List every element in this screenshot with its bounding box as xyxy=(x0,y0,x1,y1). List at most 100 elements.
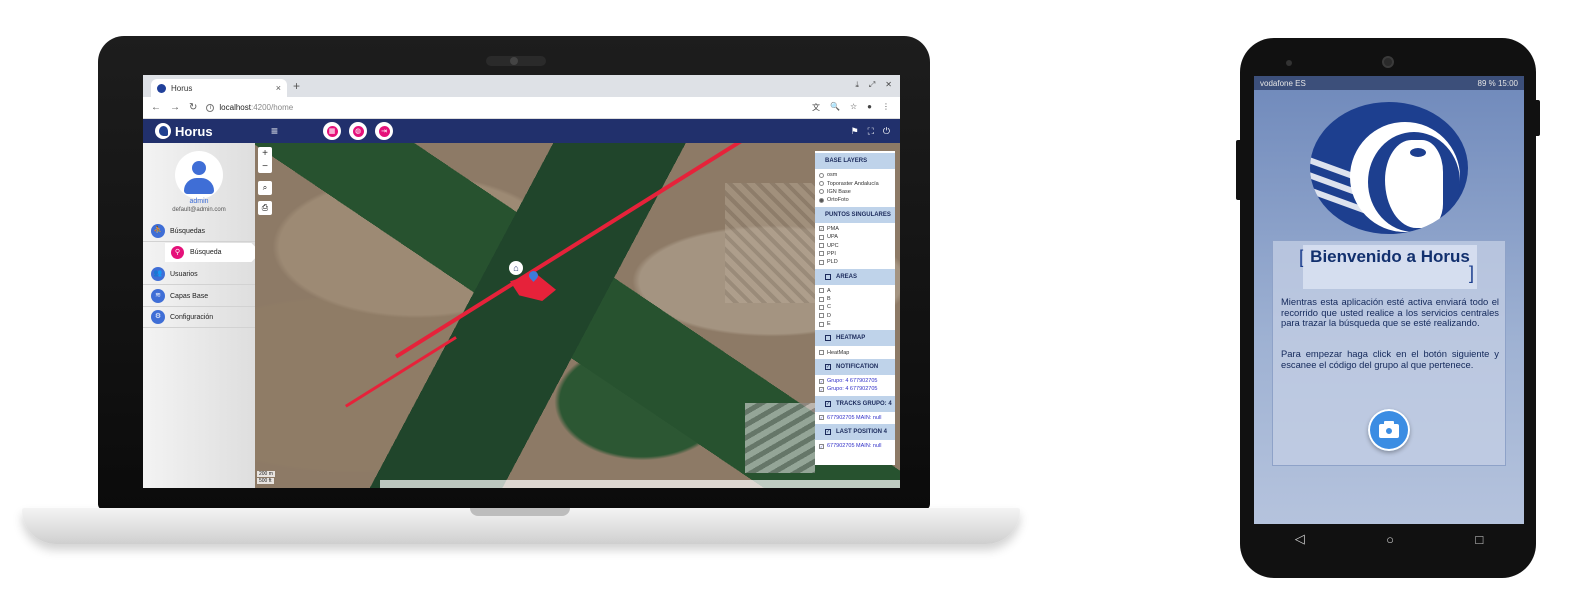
notification-header[interactable]: ✓ Notification xyxy=(815,358,895,375)
area-option[interactable]: D xyxy=(815,312,895,320)
checkbox-icon xyxy=(819,313,824,319)
browser-toolbar-icons: 文 🔍 ☆ ● ⋮ xyxy=(812,102,900,113)
base-layer-option[interactable]: IGN Base xyxy=(815,188,895,196)
punto-option[interactable]: UPC xyxy=(815,241,895,249)
browser-menu-icon[interactable]: ⋮ xyxy=(882,102,890,113)
last-position-option[interactable]: ✓ 677902705 MAIN: null xyxy=(815,442,895,450)
area-option[interactable]: A xyxy=(815,287,895,295)
layers-icon: ≋ xyxy=(151,289,165,303)
sidebar-item-configuracion[interactable]: ⚙ Configuración xyxy=(143,307,255,328)
home-nav-icon[interactable]: ○ xyxy=(1386,532,1394,547)
close-window-icon[interactable]: ✕ xyxy=(885,80,892,90)
area-label: C xyxy=(827,304,831,311)
bracket-right: ] xyxy=(1469,263,1475,283)
profile-icon[interactable]: ● xyxy=(867,102,872,113)
zoom-in-button[interactable]: + xyxy=(258,147,272,160)
welcome-card: [ Bienvenido a Horus ] Mientras esta apl… xyxy=(1272,240,1506,466)
areas-header[interactable]: Areas xyxy=(815,268,895,285)
laptop-webcam xyxy=(486,56,546,66)
notification-label: Grupo: 4 677902705 xyxy=(827,386,878,393)
restore-icon[interactable]: ⤢ xyxy=(869,80,875,90)
back-icon[interactable]: ← xyxy=(151,102,161,113)
globe-button[interactable]: ◍ xyxy=(349,122,367,140)
puntos-singulares-header: Puntos Singulares xyxy=(815,206,895,223)
calendar-button[interactable]: ▦ xyxy=(323,122,341,140)
tab-title: Horus xyxy=(171,83,193,93)
carrier-label: vodafone ES xyxy=(1260,78,1306,88)
punto-option[interactable]: PPI xyxy=(815,250,895,258)
download-icon[interactable]: ⤓ xyxy=(855,80,859,90)
sidebar-item-busquedas[interactable]: ⛹ Búsquedas xyxy=(143,221,255,242)
forward-icon[interactable]: → xyxy=(170,102,180,113)
walk-icon: ⛹ xyxy=(151,224,165,238)
info-icon[interactable]: i xyxy=(206,103,215,112)
fullscreen-icon[interactable]: ⛶ xyxy=(868,126,874,137)
area-label: B xyxy=(827,296,831,303)
heatmap-label: HeatMap xyxy=(827,349,850,356)
zoom-out-button[interactable]: − xyxy=(258,160,272,173)
tracks-header[interactable]: ✓ Tracks Grupo: 4 xyxy=(815,395,895,412)
sidebar-subitem-busqueda[interactable]: ⚲ Búsqueda xyxy=(165,243,261,262)
recents-nav-icon[interactable]: □ xyxy=(1475,532,1483,547)
checkbox-icon xyxy=(819,321,824,327)
heatmap-header[interactable]: HeatMap xyxy=(815,330,895,347)
area-option[interactable]: B xyxy=(815,295,895,303)
new-tab-button[interactable]: + xyxy=(293,79,300,93)
punto-label: UPC xyxy=(827,242,839,249)
window-controls: ⤓ ⤢ ✕ xyxy=(855,80,892,90)
base-layer-option[interactable]: Toporaster Andalucía xyxy=(815,179,895,187)
bookmark-star-icon[interactable]: ☆ xyxy=(850,102,857,113)
address-bar[interactable]: localhost:4200/home xyxy=(219,103,293,112)
scan-camera-button[interactable] xyxy=(1368,409,1410,451)
sidebar-item-usuarios[interactable]: 👥 Usuarios xyxy=(143,264,255,285)
map-attribution xyxy=(380,480,900,488)
gear-icon: ⚙ xyxy=(151,310,165,324)
exit-button[interactable]: ⇥ xyxy=(375,122,393,140)
user-name: admin xyxy=(189,198,209,205)
notification-option[interactable]: ✓ Grupo: 4 677902705 xyxy=(815,385,895,393)
browser-tab[interactable]: Horus × xyxy=(151,79,287,97)
user-avatar-icon xyxy=(192,161,206,175)
reload-icon[interactable]: ↻ xyxy=(189,102,197,113)
user-email: default@admin.com xyxy=(172,207,226,213)
flag-icon[interactable]: ⚑ xyxy=(850,126,858,137)
sidebar-item-capas-base[interactable]: ≋ Capas Base xyxy=(143,286,255,307)
sidebar-item-label: Búsquedas xyxy=(170,227,206,235)
punto-option[interactable]: UPA xyxy=(815,233,895,241)
browser-tabbar: Horus × + ⤓ ⤢ ✕ xyxy=(143,75,900,97)
horus-favicon-icon xyxy=(157,83,166,93)
map-view[interactable]: ⌂ + − ⌕ ⎙ 200 m 500 ft Base Layers osm T… xyxy=(255,143,900,488)
areas-title: Areas xyxy=(836,273,858,280)
last-position-title: Last Position 4 xyxy=(836,429,888,436)
phone-sensor xyxy=(1286,60,1292,66)
phone-power-button xyxy=(1536,100,1540,136)
scale-bar-imperial: 500 ft xyxy=(257,478,274,484)
heatmap-option[interactable]: HeatMap xyxy=(815,348,895,356)
zoom-icon[interactable]: 🔍 xyxy=(830,102,840,113)
notification-option[interactable]: ✓ Grupo: 4 677902705 xyxy=(815,377,895,385)
translate-icon[interactable]: 文 xyxy=(812,102,820,113)
track-option[interactable]: ✓ 677902705 MAIN: null xyxy=(815,414,895,422)
area-option[interactable]: C xyxy=(815,303,895,311)
horus-logo-icon xyxy=(155,123,171,139)
welcome-title: Bienvenido a Horus xyxy=(1310,247,1470,266)
punto-option[interactable]: ✓ PMA xyxy=(815,225,895,233)
home-marker-icon[interactable]: ⌂ xyxy=(509,261,523,275)
punto-option[interactable]: PLD xyxy=(815,258,895,266)
base-layer-option[interactable]: osm xyxy=(815,171,895,179)
back-nav-icon[interactable]: ◁ xyxy=(1295,531,1305,547)
browser-urlbar: ← → ↻ i localhost:4200/home 文 🔍 ☆ ● ⋮ xyxy=(143,97,900,119)
tab-close-icon[interactable]: × xyxy=(276,83,281,93)
base-layer-option[interactable]: OrtoFoto xyxy=(815,196,895,204)
last-position-header[interactable]: ✓ Last Position 4 xyxy=(815,424,895,441)
map-print-button[interactable]: ⎙ xyxy=(258,201,272,215)
menu-toggle-icon[interactable]: ≡ xyxy=(271,124,323,138)
sidebar-item-label: Usuarios xyxy=(170,270,198,278)
laptop-screen: Horus × + ⤓ ⤢ ✕ ← → ↻ i localhost:4200/h… xyxy=(143,75,900,488)
heatmap-title: HeatMap xyxy=(836,335,866,342)
power-icon[interactable]: ⏻ xyxy=(883,126,890,137)
area-option[interactable]: E xyxy=(815,320,895,328)
sidebar-item-label: Configuración xyxy=(170,313,214,321)
checkbox-icon xyxy=(819,296,824,302)
map-search-button[interactable]: ⌕ xyxy=(258,181,272,195)
